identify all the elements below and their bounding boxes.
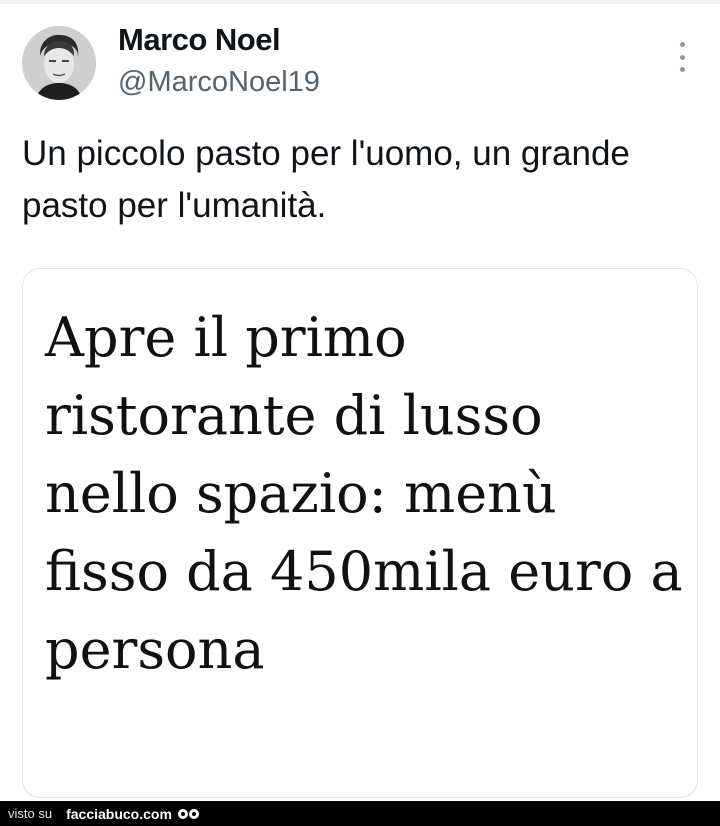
avatar[interactable] [22, 26, 96, 100]
top-divider [0, 0, 720, 4]
display-name[interactable]: Marco Noel [118, 22, 281, 58]
tweet-text: Un piccolo pasto per l'uomo, un grande p… [22, 134, 630, 225]
eyes-logo-icon [177, 808, 199, 819]
more-options-icon[interactable] [672, 42, 692, 72]
card-headline: Apre il primo ristorante di lusso nello … [45, 306, 683, 681]
media-card[interactable]: Apre il primo ristorante di lusso nello … [22, 268, 698, 798]
user-avatar-icon [22, 26, 96, 100]
watermark-prefix: visto su [8, 806, 53, 821]
user-handle[interactable]: @MarcoNoel19 [118, 66, 320, 99]
watermark-site: facciabuco.com [66, 805, 172, 822]
watermark-bar: visto su facciabuco.com [0, 801, 720, 826]
